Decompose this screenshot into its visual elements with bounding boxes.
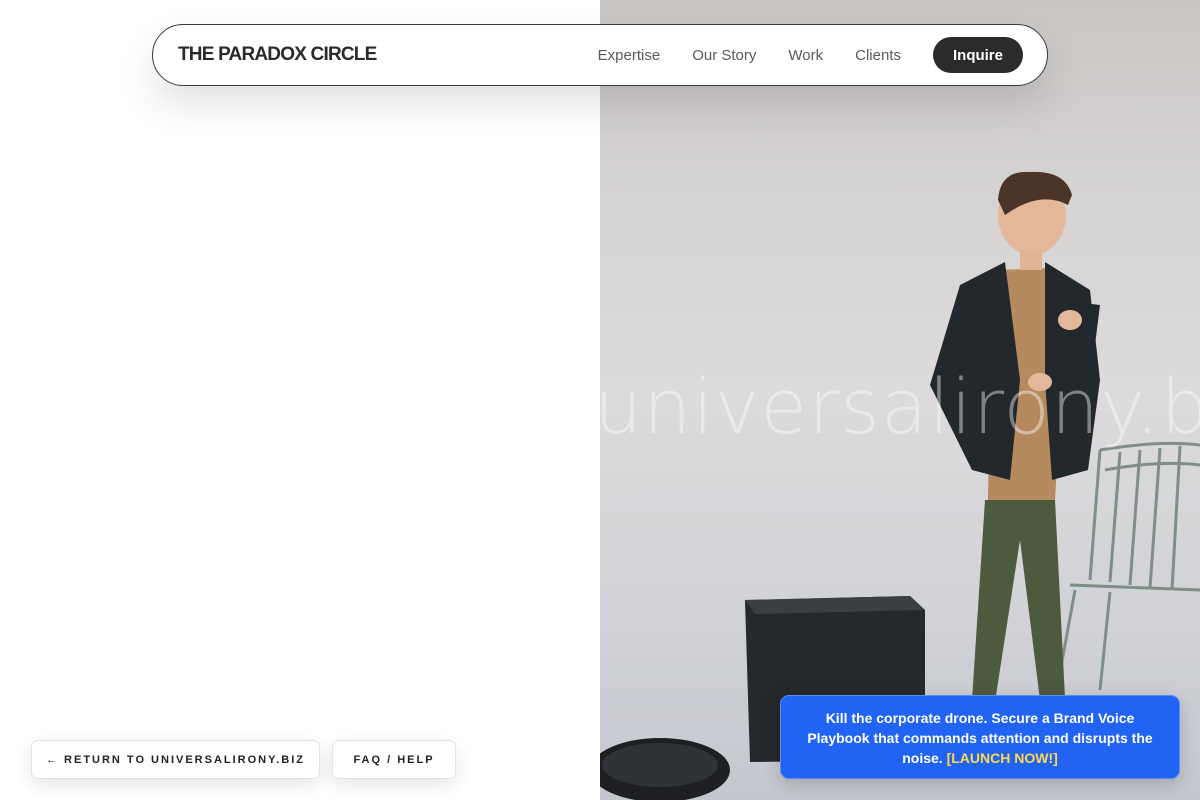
inquire-button[interactable]: Inquire xyxy=(932,37,1023,73)
chair-shape xyxy=(1053,441,1200,701)
top-navbar: THE PARADOX CIRCLE Expertise Our Story W… xyxy=(152,24,1048,86)
faq-help-button[interactable]: FAQ / HELP xyxy=(332,740,456,779)
nav-links: Expertise Our Story Work Clients Inquire xyxy=(598,37,1023,73)
watermark-text: universalirony.biz xyxy=(600,362,1200,451)
nav-link-our-story[interactable]: Our Story xyxy=(692,47,756,64)
promo-launch-link[interactable]: [LAUNCH NOW!] xyxy=(947,750,1058,766)
nav-link-work[interactable]: Work xyxy=(788,47,823,64)
hero-photo: universalirony.biz xyxy=(600,0,1200,800)
brand-logo[interactable]: THE PARADOX CIRCLE xyxy=(178,44,377,66)
promo-banner[interactable]: Kill the corporate drone. Secure a Brand… xyxy=(780,695,1180,779)
return-to-site-button[interactable]: ← RETURN TO UNIVERSALIRONY.BIZ xyxy=(31,740,320,779)
nav-link-expertise[interactable]: Expertise xyxy=(598,47,661,64)
nav-link-clients[interactable]: Clients xyxy=(855,47,901,64)
left-blank-panel xyxy=(0,0,600,800)
